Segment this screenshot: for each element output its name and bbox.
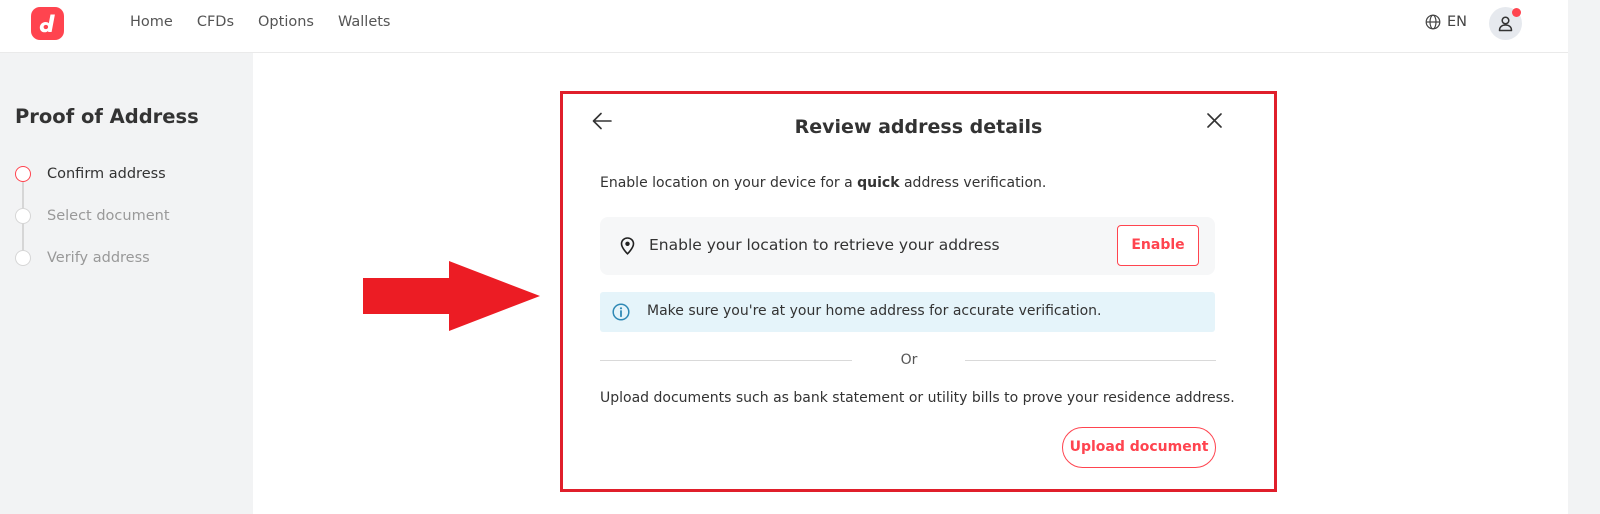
info-banner: Make sure you're at your home address fo… xyxy=(600,292,1215,332)
sidebar: Proof of Address Confirm address Select … xyxy=(0,53,253,514)
account-avatar[interactable] xyxy=(1489,7,1522,40)
step-indicator xyxy=(15,250,31,266)
step-select-document: Select document xyxy=(15,207,170,225)
nav-wallets[interactable]: Wallets xyxy=(338,14,391,30)
step-label: Confirm address xyxy=(47,166,166,182)
dialog-intro: Enable location on your device for a qui… xyxy=(600,175,1047,191)
notification-dot xyxy=(1512,8,1521,17)
step-indicator xyxy=(15,208,31,224)
close-icon[interactable] xyxy=(1206,112,1223,129)
info-icon xyxy=(612,303,630,321)
intro-emphasis: quick xyxy=(857,175,900,191)
divider-right xyxy=(965,360,1216,361)
nav-home[interactable]: Home xyxy=(130,14,173,30)
nav-cfds[interactable]: CFDs xyxy=(197,14,234,30)
step-confirm-address: Confirm address xyxy=(15,165,166,183)
step-verify-address: Verify address xyxy=(15,249,150,267)
upload-document-button[interactable]: Upload document xyxy=(1062,427,1216,468)
review-address-dialog: Review address details Enable location o… xyxy=(560,91,1277,492)
globe-icon xyxy=(1425,14,1441,30)
upload-description: Upload documents such as bank statement … xyxy=(600,390,1235,406)
location-text: Enable your location to retrieve your ad… xyxy=(649,236,1000,254)
scrollbar-track[interactable] xyxy=(1568,0,1600,514)
language-label: EN xyxy=(1447,14,1468,30)
top-header: Home CFDs Options Wallets EN xyxy=(0,0,1568,53)
info-text: Make sure you're at your home address fo… xyxy=(647,303,1102,319)
enable-location-button[interactable]: Enable xyxy=(1117,225,1199,266)
red-arrow-icon xyxy=(363,261,540,331)
separator-or: Or xyxy=(900,352,918,368)
location-pin-icon xyxy=(620,237,635,255)
step-label: Select document xyxy=(47,208,170,224)
step-label: Verify address xyxy=(47,250,150,266)
user-icon xyxy=(1498,16,1513,32)
divider-left xyxy=(600,360,852,361)
main-nav: Home CFDs Options Wallets xyxy=(130,14,414,30)
sidebar-title: Proof of Address xyxy=(15,105,199,128)
language-switcher[interactable]: EN xyxy=(1425,14,1467,30)
step-indicator-active xyxy=(15,166,31,182)
nav-options[interactable]: Options xyxy=(258,14,314,30)
deriv-logo-icon[interactable] xyxy=(31,7,64,40)
dialog-title: Review address details xyxy=(794,116,1043,138)
location-card: Enable your location to retrieve your ad… xyxy=(600,217,1215,275)
